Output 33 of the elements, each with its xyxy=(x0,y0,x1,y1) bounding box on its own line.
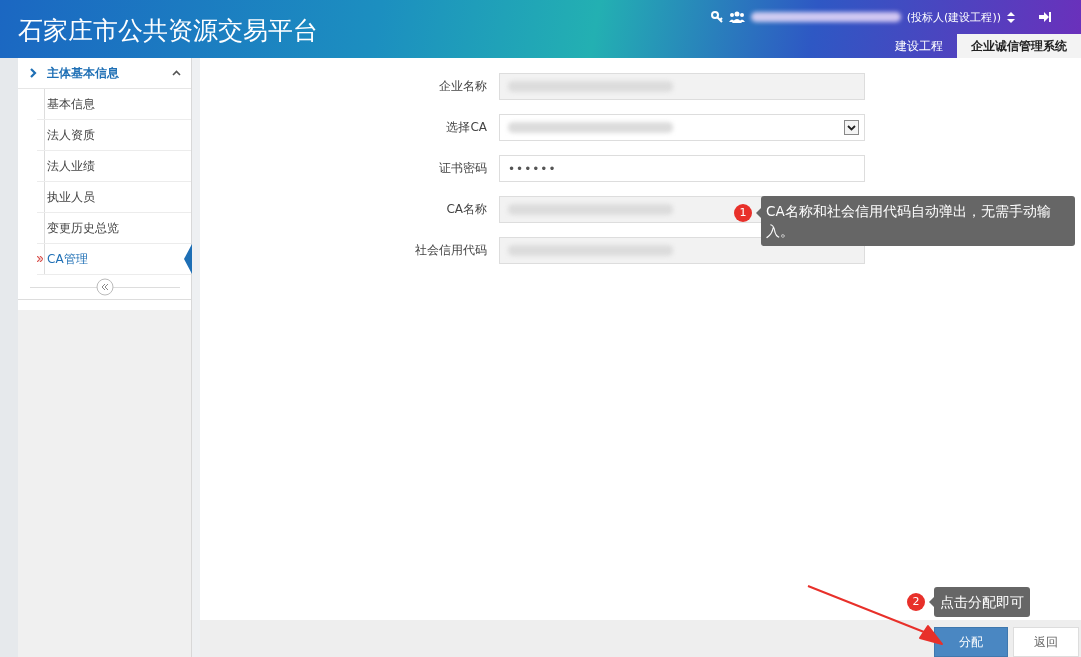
sidebar-item[interactable]: 基本信息 xyxy=(37,89,191,120)
tooltip: CA名称和社会信用代码自动弹出，无需手动输入。 xyxy=(761,196,1075,246)
field-label: 选择CA xyxy=(445,119,488,136)
users-icon[interactable] xyxy=(728,11,745,23)
sort-icon[interactable] xyxy=(1007,11,1015,23)
dropdown-icon[interactable] xyxy=(844,120,859,135)
field-label: 证书密码 xyxy=(438,160,488,177)
sidebar-item[interactable]: 执业人员 xyxy=(37,182,191,213)
key-icon[interactable] xyxy=(710,11,723,23)
nav-tab[interactable]: 建设工程 xyxy=(881,34,957,58)
selection-pointer-icon xyxy=(184,244,192,274)
select-field[interactable] xyxy=(499,114,865,141)
input-field[interactable]: •••••• xyxy=(499,155,865,182)
input-field[interactable] xyxy=(499,237,865,264)
sidebar-item[interactable]: 变更历史总览 xyxy=(37,213,191,244)
field-label: CA名称 xyxy=(445,201,488,218)
field-label: 社会信用代码 xyxy=(414,242,488,259)
caret-icon xyxy=(172,70,181,76)
sidebar-item[interactable]: 法人业绩 xyxy=(37,151,191,182)
assign-button[interactable]: 分配 xyxy=(934,627,1008,657)
field-label: 企业名称 xyxy=(438,78,488,95)
tooltip: 点击分配即可 xyxy=(934,587,1030,617)
back-button[interactable]: 返回 xyxy=(1013,627,1079,657)
input-field[interactable] xyxy=(499,73,865,100)
site-title: 石家庄市公共资源交易平台 xyxy=(17,15,318,47)
double-chevron-icon xyxy=(37,256,43,262)
collapse-icon[interactable] xyxy=(95,278,114,296)
user-role[interactable]: (投标人(建设工程)) xyxy=(906,9,1001,25)
chevron-right-icon xyxy=(30,68,37,78)
nav-tab[interactable]: 企业诚信管理系统 xyxy=(957,34,1081,58)
sidebar-item[interactable]: 法人资质 xyxy=(37,120,191,151)
sidebar-group-header[interactable]: 主体基本信息 xyxy=(18,58,191,89)
logout-icon[interactable] xyxy=(1039,12,1051,22)
